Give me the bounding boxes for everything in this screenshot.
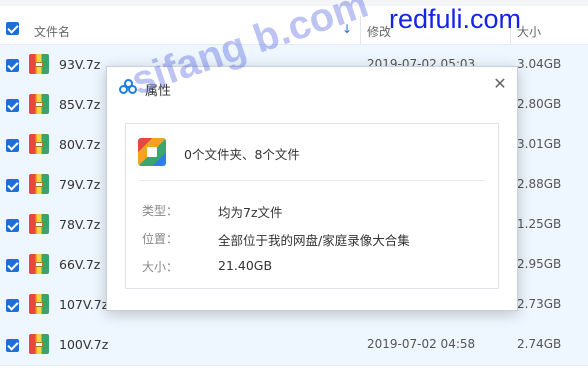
row-checkbox[interactable] xyxy=(6,299,19,312)
file-name[interactable]: 66V.7z xyxy=(59,257,100,272)
column-name[interactable]: 文件名 xyxy=(34,23,70,40)
file-name[interactable]: 85V.7z xyxy=(59,97,100,112)
file-size: 2.73GB xyxy=(517,297,562,311)
divider xyxy=(138,180,486,181)
file-name[interactable]: 100V.7z xyxy=(59,337,108,352)
properties-dialog: 属性 ✕ 0个文件夹、8个文件 类型： 均为7z文件 位置： 全部位于我的网盘/… xyxy=(106,66,518,311)
7z-archive-icon xyxy=(29,254,49,274)
size-value: 21.40GB xyxy=(218,258,273,273)
selection-summary: 0个文件夹、8个文件 xyxy=(184,147,300,162)
file-row[interactable]: 100V.7z 2019-07-02 04:58 2.74GB xyxy=(0,325,588,366)
row-checkbox[interactable] xyxy=(6,339,19,352)
row-checkbox[interactable] xyxy=(6,139,19,152)
select-all-checkbox[interactable] xyxy=(6,22,19,35)
location-label: 位置： xyxy=(142,232,179,246)
location-value: 全部位于我的网盘/家庭录像大合集 xyxy=(218,233,410,248)
close-icon[interactable]: ✕ xyxy=(491,75,509,93)
file-size: 2.80GB xyxy=(517,97,562,111)
file-name[interactable]: 80V.7z xyxy=(59,137,100,152)
properties-panel: 0个文件夹、8个文件 类型： 均为7z文件 位置： 全部位于我的网盘/家庭录像大… xyxy=(125,123,499,289)
type-value: 均为7z文件 xyxy=(218,205,283,220)
file-name[interactable]: 107V.7z xyxy=(59,297,108,312)
file-size: 2.88GB xyxy=(517,177,562,191)
7z-archive-icon xyxy=(29,214,49,234)
watermark-text: redfuli.com xyxy=(389,4,522,34)
file-size: 3.04GB xyxy=(517,57,562,71)
column-modified[interactable]: 修改 xyxy=(367,23,391,40)
file-name[interactable]: 79V.7z xyxy=(59,177,100,192)
7z-archive-icon xyxy=(29,294,49,314)
7z-archive-icon xyxy=(29,54,49,74)
row-checkbox[interactable] xyxy=(6,259,19,272)
7z-archive-icon xyxy=(29,334,49,354)
row-checkbox[interactable] xyxy=(6,99,19,112)
7z-archive-icon xyxy=(29,134,49,154)
row-checkbox[interactable] xyxy=(6,179,19,192)
type-label: 类型： xyxy=(142,204,179,218)
file-name[interactable]: 93V.7z xyxy=(59,57,100,72)
file-size: 2.74GB xyxy=(517,337,562,351)
multi-file-icon xyxy=(138,138,166,166)
7z-archive-icon xyxy=(29,174,49,194)
row-checkbox[interactable] xyxy=(6,59,19,72)
size-label: 大小： xyxy=(142,260,179,274)
file-modified: 2019-07-02 04:58 xyxy=(367,337,476,351)
file-size: 3.01GB xyxy=(517,137,562,151)
file-name[interactable]: 78V.7z xyxy=(59,217,100,232)
row-checkbox[interactable] xyxy=(6,219,19,232)
file-size: 2.95GB xyxy=(517,257,562,271)
7z-archive-icon xyxy=(29,94,49,114)
file-size: 1.25GB xyxy=(517,217,562,231)
